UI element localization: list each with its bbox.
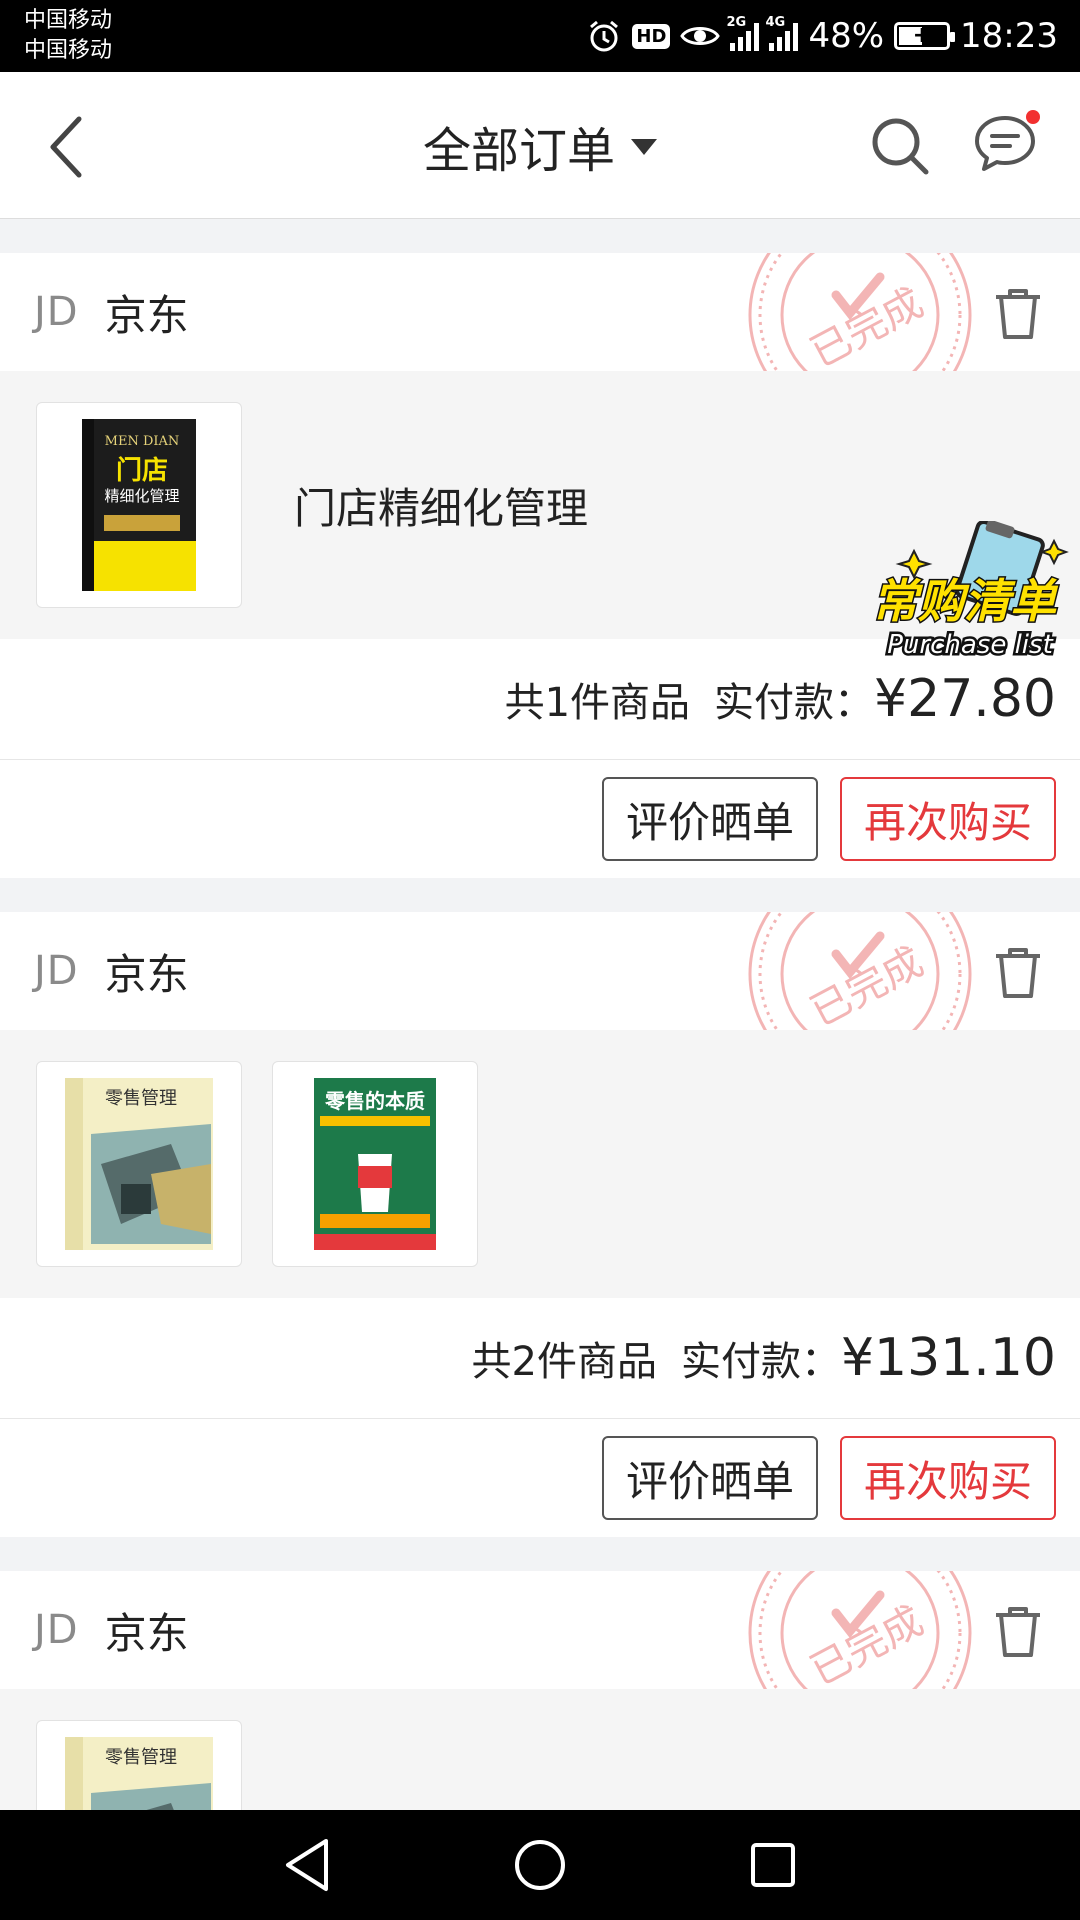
order-actions: 评价晒单 再次购买 [0,760,1080,878]
battery-icon: + [894,22,956,50]
dropdown-caret-icon [631,138,657,155]
shop-row[interactable]: JD 京东 已完成 [0,253,1080,427]
book-cover-lingshou-benzhi: 零售的本质 [314,1078,436,1250]
product-name[interactable]: 门店精细化管理 [294,475,588,536]
sticker-cn: 常购清单 [872,574,1059,628]
carrier-labels: 中国移动 中国移动 [24,6,112,66]
paid-label: 实付款： [680,1339,841,1385]
product-thumbnail[interactable]: 零售管理 [36,1061,242,1267]
carrier-2: 中国移动 [24,38,113,63]
book-subtitle: 精细化管理 [104,487,179,505]
delete-button[interactable] [990,285,1046,341]
product-thumbnail[interactable]: 零售的本质 [272,1061,478,1267]
item-count: 共2件商品 [471,1339,657,1385]
page-title: 全部订单 [422,122,615,179]
clock: 18:23 [960,16,1058,56]
system-nav-bar [0,1810,1080,1920]
nav-back-button[interactable] [277,1835,337,1895]
goods-area[interactable]: 零售管理 零售的本质 [0,1030,1080,1298]
book-title: 零售管理 [105,1088,177,1109]
paid-amount: ¥27.80 [874,669,1056,729]
eye-icon [680,21,721,51]
message-button[interactable] [972,110,1042,180]
sticker-en: Purchase list [887,630,1053,660]
shop-name: 京东 [104,290,189,340]
order-card[interactable]: JD 京东 已完成 零售管理 [0,1571,1080,1810]
order-card[interactable]: JD 京东 已完成 零售管理 [0,912,1080,1537]
paid-label: 实付款： [714,680,875,726]
nav-home-button[interactable] [510,1835,570,1895]
jd-logo: JD [34,1607,79,1653]
jd-logo: JD [34,948,79,994]
item-count: 共1件商品 [504,680,691,726]
shop-row[interactable]: JD 京东 已完成 [0,1571,1080,1745]
book-top-text: MEN DIAN [105,434,180,449]
net-2g-label: 2G [726,15,747,30]
order-card[interactable]: JD 京东 已完成 MEN DIAN 门店 精细化管理 门店精细化管理 常购清单… [0,253,1080,878]
trash-icon [996,289,1040,339]
unread-badge [1026,110,1040,124]
order-actions: 评价晒单 再次购买 [0,1419,1080,1537]
book-cover-mendian: MEN DIAN 门店 精细化管理 [82,419,196,591]
signal-4g-icon: 4G [765,15,799,51]
order-list: JD 京东 已完成 MEN DIAN 门店 精细化管理 门店精细化管理 常购清单… [0,219,1080,1810]
review-button[interactable]: 评价晒单 [601,1436,818,1520]
nav-back-icon [285,1839,328,1891]
purchase-list-sticker[interactable]: 常购清单 Purchase list [854,521,1080,671]
shop-name: 京东 [104,1608,189,1658]
search-icon [872,118,929,175]
nav-recents-icon [751,1843,796,1887]
stamp-text: 已完成 [803,280,931,377]
book-cover-lingshou-guanli: 零售管理 [65,1737,213,1810]
order-summary: 共2件商品 实付款： ¥131.10 [0,1298,1080,1419]
book-title: 零售的本质 [324,1089,425,1113]
product-thumbnail[interactable]: MEN DIAN 门店 精细化管理 [36,402,242,608]
status-bar: 中国移动 中国移动 HD 2G 4G 48% + 18:23 [0,0,1080,72]
buy-again-button[interactable]: 再次购买 [839,1436,1056,1520]
hd-icon: HD [632,23,671,49]
book-title: 门店 [116,456,168,486]
battery-percent: 48% [808,16,885,56]
book-cover-lingshou-guanli: 零售管理 [65,1078,213,1250]
stamp-text: 已完成 [803,1598,931,1695]
app-header: 全部订单 [0,72,1080,219]
carrier-1: 中国移动 [24,8,113,33]
goods-area[interactable]: MEN DIAN 门店 精细化管理 门店精细化管理 常购清单 Purchase … [0,371,1080,663]
book-title: 零售管理 [105,1747,177,1768]
buy-again-button[interactable]: 再次购买 [839,777,1056,861]
nav-home-icon [514,1840,565,1890]
paid-amount: ¥131.10 [840,1328,1056,1388]
shop-name: 京东 [104,949,189,999]
jd-logo: JD [34,289,79,335]
stamp-text: 已完成 [803,939,931,1036]
goods-area[interactable]: 零售管理 [0,1689,1080,1810]
nav-recents-button[interactable] [743,1835,803,1895]
shop-row[interactable]: JD 京东 已完成 [0,912,1080,1086]
review-button[interactable]: 评价晒单 [601,777,818,861]
delete-button[interactable] [990,1603,1046,1659]
status-icons: HD 2G 4G 48% + 18:23 [586,0,1058,72]
trash-icon [996,1607,1040,1657]
product-thumbnail[interactable]: 零售管理 [36,1720,242,1810]
search-button[interactable] [868,114,932,178]
signal-2g-icon: 2G [726,15,760,51]
trash-icon [996,948,1040,998]
alarm-icon [586,18,622,54]
delete-button[interactable] [990,944,1046,1000]
net-4g-label: 4G [765,15,786,30]
